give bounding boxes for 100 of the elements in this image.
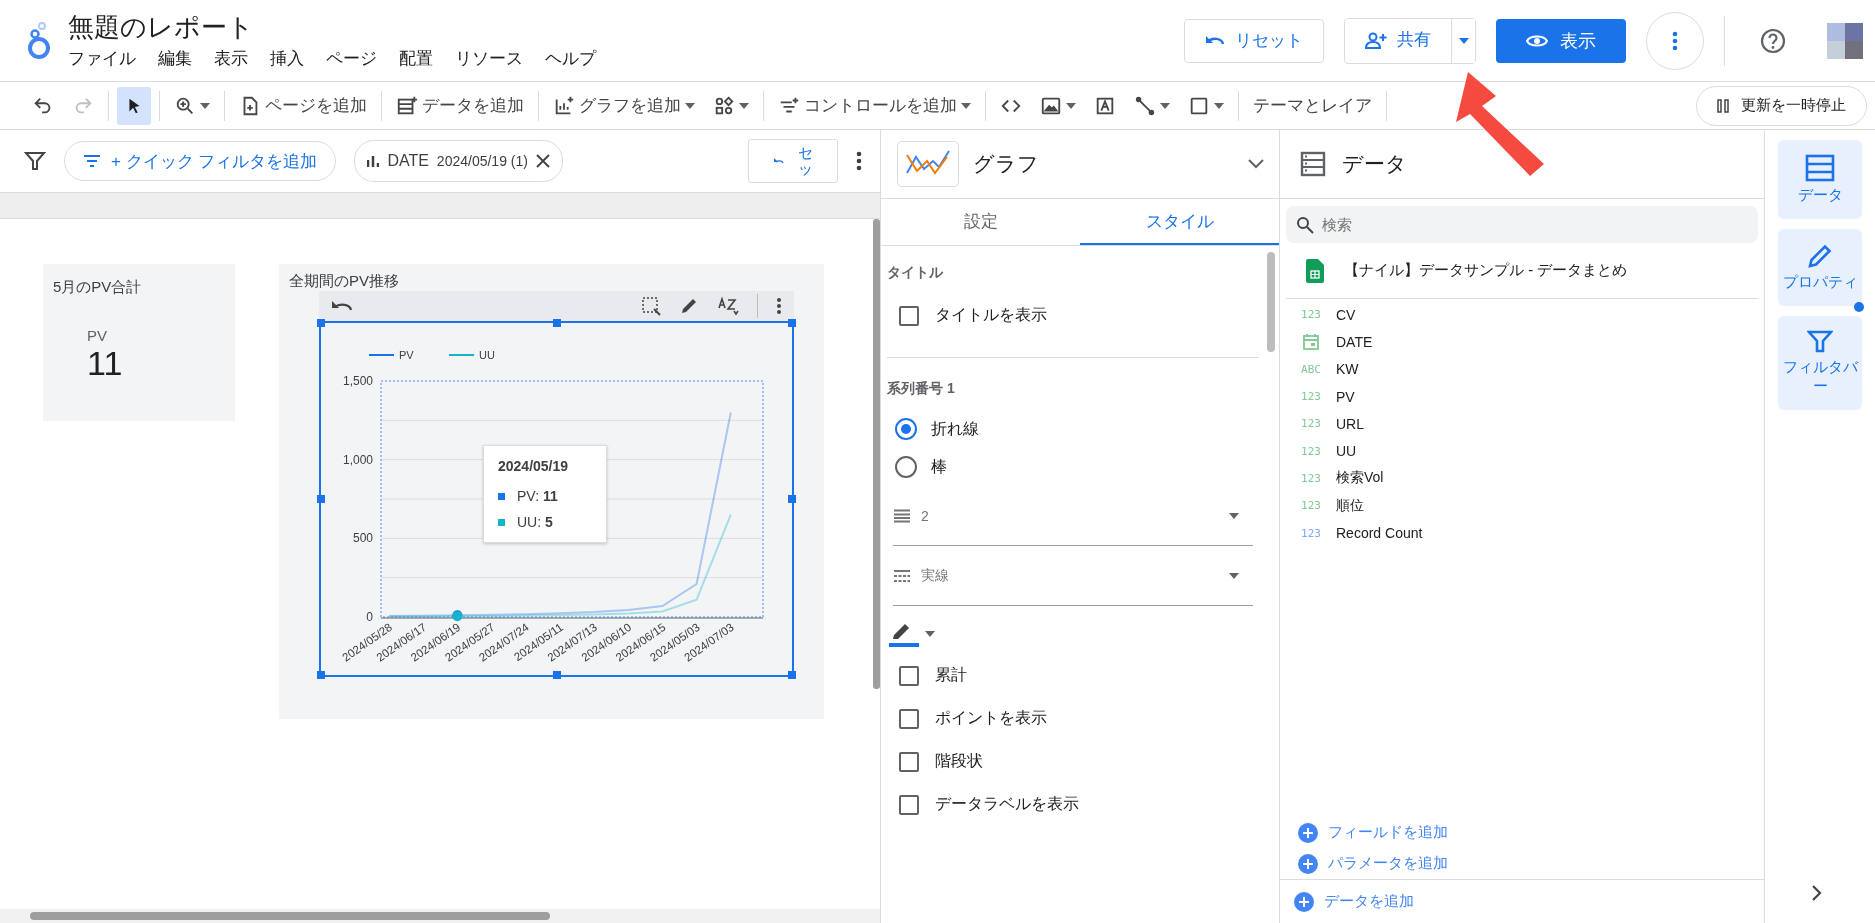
more-icon[interactable] [856,151,862,171]
checkbox[interactable] [899,708,919,729]
field-name: URL [1336,415,1364,432]
tooltip-value: PV: 11 [517,488,558,504]
filter-list-icon [83,154,101,168]
tool-button[interactable] [117,86,151,125]
resize-handle[interactable] [553,319,561,327]
search-field[interactable]: 検索 [1286,206,1758,243]
radio-button[interactable] [895,456,917,478]
field-item[interactable]: 123 順位 [1280,492,1764,520]
toolbar-button[interactable]: ページを追加 [233,86,373,125]
field-item[interactable]: ABC KW [1280,355,1764,383]
caret-icon [925,631,935,637]
checkbox[interactable] [899,305,919,326]
radio-label: 棒 [931,456,947,477]
resize-handle[interactable] [788,319,796,327]
resize-handle[interactable] [788,495,796,503]
tab[interactable]: 設定 [881,199,1080,245]
side-tab[interactable]: データ [1778,140,1862,219]
add-quick-filter-button[interactable]: + クイック フィルタを追加 [64,141,337,181]
more-icon[interactable] [776,297,782,315]
toolbar-button[interactable]: テーマとレイア [1247,86,1378,125]
chevron-down-icon[interactable] [1247,158,1265,170]
share-menu-button[interactable] [1451,18,1475,63]
report-title[interactable]: 無題のレポート [68,11,596,43]
field-name: KW [1336,361,1359,378]
scrollbar[interactable] [1267,252,1275,352]
menu-item[interactable]: ファイル [68,47,136,70]
toolbar-button[interactable]: コントロールを追加 [772,86,977,125]
field-name: PV [1336,388,1355,405]
reset-button[interactable]: リセット [1184,18,1324,63]
select-area-icon[interactable] [641,296,661,316]
menu-item[interactable]: 編集 [158,47,192,70]
chip-value: 2024/05/19 (1) [436,153,528,169]
field-name: 順位 [1336,496,1364,515]
section-heading: 系列番号 1 [887,380,956,398]
menu-item[interactable]: 表示 [214,47,248,70]
field-name: UU [1336,443,1357,460]
close-icon[interactable] [535,154,550,168]
scrollbar[interactable] [30,912,550,920]
radio-button[interactable] [895,418,917,440]
field-item[interactable]: 123 Record Count [1280,519,1764,547]
add-link[interactable]: パラメータを追加 [1280,848,1764,879]
reset-filter-button[interactable]: セッ [748,139,838,183]
field-type-label: 123 [1300,308,1322,322]
caret-icon [1229,512,1239,519]
dropdown[interactable]: 実線 [893,546,1253,606]
panel-title: グラフ [973,151,1040,177]
chevron-right-icon [1811,884,1823,902]
bar-chart-icon [367,155,380,167]
field-item[interactable]: 123 検索Vol [1280,464,1764,493]
menu-item[interactable]: ヘルプ [545,47,596,70]
tab[interactable]: スタイル [1080,199,1279,245]
toolbar-button[interactable]: グラフを追加 [547,86,701,125]
section-heading: タイトル [887,264,944,282]
help-icon[interactable] [1759,26,1787,55]
menu-item[interactable]: リソース [455,47,523,70]
checkbox[interactable] [899,665,919,686]
menu-item[interactable]: 配置 [399,47,433,70]
menu-item[interactable]: ページ [326,47,377,70]
view-button[interactable]: 表示 [1496,18,1626,63]
data-source-name[interactable]: 【ナイル】データサンプル - データまとめ [1344,261,1628,280]
scorecard[interactable]: 5月のPV合計 PV 11 [43,264,235,421]
resize-handle[interactable] [788,671,796,679]
filter-icon [1807,330,1833,354]
resize-handle[interactable] [317,495,325,503]
field-item[interactable]: 123 UU [1280,437,1764,465]
dropdown[interactable]: 2 [893,486,1253,546]
metric-label: PV [87,327,108,344]
more-icon [1672,30,1678,51]
pencil-icon[interactable] [679,296,699,316]
add-link[interactable]: フィールドを追加 [1280,817,1764,848]
field-item[interactable]: 123 CV [1280,301,1764,329]
field-type-label: 123 [1300,499,1322,513]
filter-icon[interactable] [24,150,46,172]
person-add-icon [1365,30,1387,49]
legend-label: PV [399,349,415,361]
filter-chip[interactable]: DATE 2024/05/19 (1) [354,140,563,182]
sort-icon[interactable] [717,296,739,316]
avatar[interactable] [1827,22,1863,59]
caret-icon [1229,572,1239,579]
scrollbar[interactable] [873,219,880,689]
field-item[interactable]: 123 PV [1280,382,1764,411]
menu-item[interactable]: 挿入 [270,47,304,70]
checkbox[interactable] [899,751,919,772]
add-icon [1294,891,1314,912]
pause-updates-button[interactable]: 更新を一時停止 [1696,85,1867,126]
toolbar-button[interactable]: データを追加 [390,86,530,125]
side-tab[interactable]: プロパティ [1778,229,1862,306]
add-data-link[interactable]: データを追加 [1280,879,1764,923]
field-item[interactable]: DATE [1280,328,1764,356]
resize-handle[interactable] [317,319,325,327]
axis-label: 0 [366,610,373,624]
resize-handle[interactable] [553,671,561,679]
chart-type-icon[interactable] [897,141,959,187]
checkbox[interactable] [899,794,919,815]
side-tab[interactable]: フィルタバー [1778,316,1862,410]
field-item[interactable]: 123 URL [1280,410,1764,438]
resize-handle[interactable] [317,671,325,679]
pause-icon [1717,98,1729,113]
